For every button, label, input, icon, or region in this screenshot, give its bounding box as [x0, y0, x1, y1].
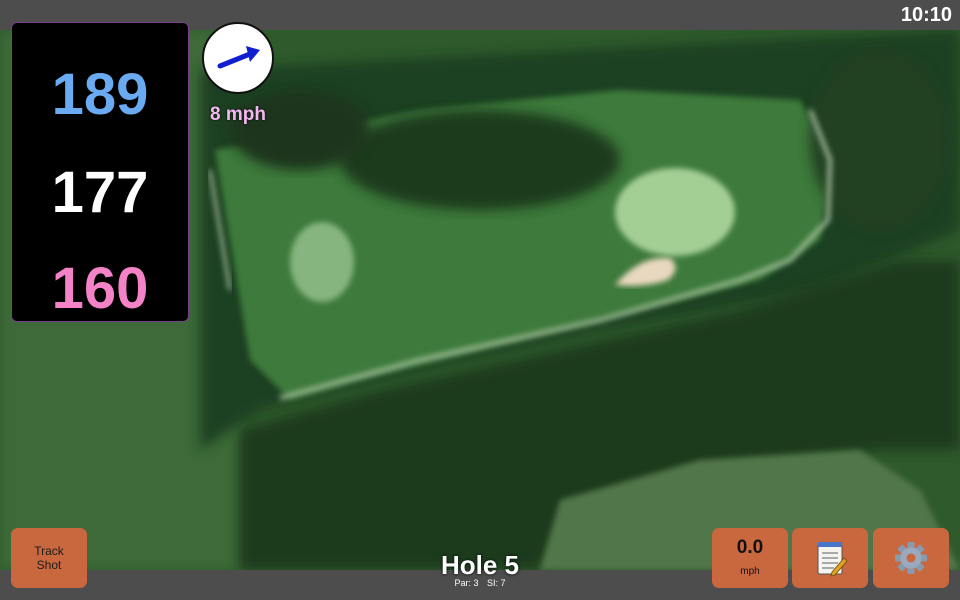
wind-indicator — [202, 22, 274, 94]
hole-stroke-index: SI: 7 — [487, 578, 506, 588]
hole-info: Par: 3 SI: 7 — [380, 578, 580, 588]
track-shot-label-line1: Track — [34, 544, 64, 558]
front-yardage: 160 — [51, 256, 149, 321]
middle-yardage: 177 — [51, 160, 149, 225]
wind-direction-arrow-icon — [217, 46, 260, 69]
track-shot-button[interactable]: Track Shot — [11, 528, 87, 588]
notes-button[interactable] — [792, 528, 868, 588]
gear-icon — [895, 542, 927, 574]
settings-button[interactable] — [873, 528, 949, 588]
speed-button[interactable]: 0.0 mph — [712, 528, 788, 588]
notepad-icon — [817, 542, 848, 577]
yardage-panel: 189 177 160 — [11, 22, 189, 322]
track-shot-label-line2: Shot — [36, 558, 62, 572]
speed-unit: mph — [740, 566, 760, 577]
speed-value: 0.0 — [736, 537, 764, 558]
hole-par: Par: 3 — [454, 578, 479, 588]
hole-title: Hole 5 — [440, 550, 520, 580]
back-yardage: 189 — [51, 62, 149, 127]
clock: 10:10 — [900, 4, 952, 26]
wind-speed: 8 mph — [210, 104, 266, 125]
